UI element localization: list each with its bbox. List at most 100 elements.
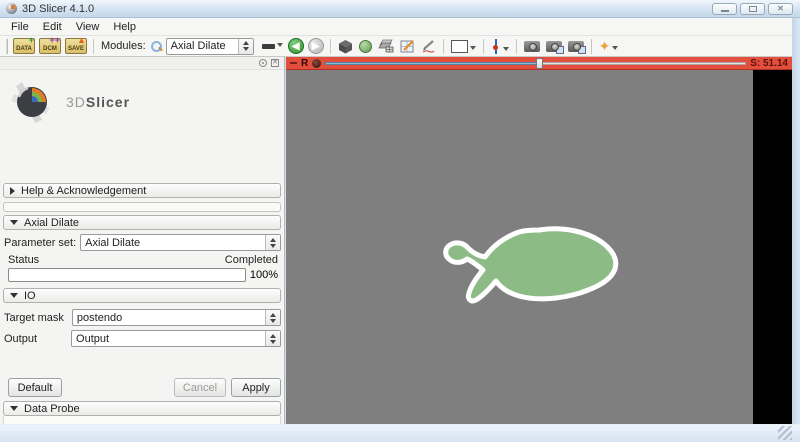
slice-letterbox bbox=[753, 70, 792, 424]
add-dicom-icon: ++ bbox=[49, 36, 60, 44]
default-button[interactable]: Default bbox=[8, 378, 62, 397]
slider-handle[interactable] bbox=[536, 58, 543, 69]
target-mask-combobox[interactable]: postendo bbox=[72, 309, 281, 326]
logo-3d-text: 3D bbox=[66, 94, 86, 110]
pen-icon bbox=[421, 39, 436, 53]
module-section-header[interactable]: Axial Dilate bbox=[3, 215, 281, 230]
layout-selector-button[interactable] bbox=[451, 40, 476, 53]
close-button[interactable]: ✕ bbox=[768, 3, 793, 15]
parameter-set-combobox[interactable]: Axial Dilate bbox=[80, 234, 281, 251]
data-probe-header[interactable]: Data Probe bbox=[3, 401, 281, 416]
completed-label: Completed bbox=[225, 254, 278, 266]
window-title: 3D Slicer 4.1.0 bbox=[22, 3, 94, 15]
module-header-label: Axial Dilate bbox=[24, 217, 79, 229]
application-window: 3D Slicer 4.1.0 ✕ File Edit View Help + … bbox=[0, 0, 800, 442]
output-label: Output bbox=[3, 333, 71, 345]
progress-bar bbox=[8, 268, 246, 282]
module-forward-button[interactable]: ▶ bbox=[308, 38, 324, 54]
menu-item-file[interactable]: File bbox=[4, 19, 36, 35]
save-button[interactable]: ▲ SAVE bbox=[65, 38, 87, 54]
combo-spinner-icon bbox=[265, 331, 280, 346]
toolbar-separator bbox=[591, 39, 592, 54]
help-acknowledgement-header[interactable]: Help & Acknowledgement bbox=[3, 183, 281, 198]
window-border-right bbox=[792, 18, 800, 424]
toolbar-handle bbox=[6, 39, 8, 54]
expanded-triangle-icon bbox=[10, 220, 18, 225]
add-data-icon: + bbox=[29, 36, 34, 44]
cancel-button[interactable]: Cancel bbox=[174, 378, 226, 397]
visibility-eye-icon[interactable] bbox=[312, 59, 321, 68]
io-header-label: IO bbox=[24, 290, 36, 302]
expanded-triangle-icon bbox=[10, 293, 18, 298]
toolbar-separator bbox=[330, 39, 331, 54]
segmentation-view bbox=[286, 70, 753, 424]
window-status-bar bbox=[0, 424, 800, 442]
screenshot-button[interactable] bbox=[524, 41, 540, 52]
menu-item-edit[interactable]: Edit bbox=[36, 19, 69, 35]
resize-grip[interactable] bbox=[778, 426, 792, 440]
layers-icon bbox=[378, 39, 394, 53]
maximize-button[interactable] bbox=[740, 3, 765, 15]
slice-offset-label: S: 51.14 bbox=[750, 58, 788, 69]
combo-spinner-icon bbox=[265, 310, 280, 325]
scene-view-restore-button[interactable] bbox=[568, 41, 584, 52]
close-icon: ✕ bbox=[777, 5, 784, 13]
minimize-icon bbox=[721, 10, 729, 12]
modules-label: Modules: bbox=[101, 40, 146, 52]
slice-canvas[interactable] bbox=[286, 70, 753, 424]
output-combobox[interactable]: Output bbox=[71, 330, 281, 347]
module-back-button[interactable]: ◀ bbox=[288, 38, 304, 54]
chevron-down-icon bbox=[277, 43, 283, 47]
menu-item-view[interactable]: View bbox=[69, 19, 107, 35]
toolbar-separator bbox=[443, 39, 444, 54]
progress-percent-label: 100% bbox=[250, 269, 278, 281]
parameter-set-value: Axial Dilate bbox=[81, 237, 265, 249]
chevron-down-icon bbox=[503, 47, 509, 51]
target-mask-row: Target mask postendo bbox=[3, 309, 281, 326]
panel-close-icon[interactable]: ✕ bbox=[271, 59, 279, 67]
scene-camera-restore-icon bbox=[568, 41, 584, 52]
module-search-icon[interactable] bbox=[150, 40, 163, 53]
slice-collapse-button[interactable] bbox=[290, 62, 297, 64]
crosshair-button[interactable] bbox=[491, 39, 509, 54]
menu-item-help[interactable]: Help bbox=[106, 19, 143, 35]
module-selector-combobox[interactable]: Axial Dilate bbox=[166, 38, 254, 55]
extensions-button[interactable]: ✦ bbox=[599, 39, 619, 53]
slicer-logo-icon bbox=[8, 78, 56, 126]
output-value: Output bbox=[72, 333, 265, 345]
slice-controller-bar: R S: 51.14 bbox=[286, 57, 792, 70]
logo-slicer-text: Slicer bbox=[86, 94, 130, 110]
volumes-button[interactable] bbox=[378, 39, 394, 53]
slice-offset-slider[interactable] bbox=[325, 58, 746, 69]
combo-spinner-icon bbox=[265, 235, 280, 250]
slicer-logo-text: 3DSlicer bbox=[66, 94, 130, 110]
combo-spinner-icon bbox=[238, 39, 253, 54]
load-data-button[interactable]: + DATA bbox=[13, 38, 35, 54]
annotations-button[interactable] bbox=[421, 39, 436, 53]
expanded-triangle-icon bbox=[10, 406, 18, 411]
main-toolbar: + DATA ++ DCM ▲ SAVE Modules: Axial Dila… bbox=[0, 36, 800, 57]
editor-button[interactable] bbox=[400, 39, 415, 53]
maximize-icon bbox=[749, 6, 757, 12]
toolbar-separator bbox=[93, 39, 94, 54]
status-row: Status Completed bbox=[8, 254, 278, 266]
panel-pin-icon[interactable] bbox=[259, 59, 267, 67]
menu-bar: File Edit View Help bbox=[0, 18, 800, 36]
apply-button[interactable]: Apply bbox=[231, 378, 281, 397]
models-button[interactable] bbox=[359, 40, 372, 53]
load-dicom-label: DCM bbox=[43, 46, 57, 53]
scene-camera-icon bbox=[546, 41, 562, 52]
target-mask-value: postendo bbox=[73, 312, 265, 324]
minimize-button[interactable] bbox=[712, 3, 737, 15]
scene-view-capture-button[interactable] bbox=[546, 41, 562, 52]
modules-history-button[interactable] bbox=[262, 43, 283, 50]
load-dicom-button[interactable]: ++ DCM bbox=[39, 38, 61, 54]
volume-rendering-button[interactable] bbox=[338, 39, 353, 54]
sparkle-icon: ✦ bbox=[599, 39, 611, 53]
io-section-header[interactable]: IO bbox=[3, 288, 281, 303]
segmentation-blob bbox=[446, 229, 616, 301]
crosshair-icon bbox=[491, 39, 501, 54]
editor-icon bbox=[400, 39, 415, 53]
chevron-down-icon bbox=[612, 46, 618, 50]
collapsed-triangle-icon bbox=[10, 187, 15, 195]
